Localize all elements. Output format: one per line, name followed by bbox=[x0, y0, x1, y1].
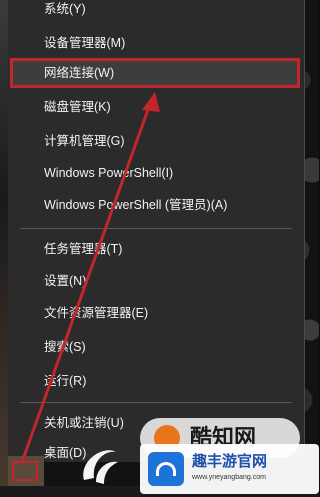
watermark-site-title: 趣丰游官网 bbox=[192, 453, 268, 470]
desktop-edge bbox=[0, 0, 8, 497]
menu-item-task-manager[interactable]: 任务管理器(T) bbox=[8, 234, 304, 264]
menu-item-powershell[interactable]: Windows PowerShell(I) bbox=[8, 158, 304, 188]
menu-item-device-manager[interactable]: 设备管理器(M) bbox=[8, 28, 304, 58]
watermark-swirl-logo bbox=[83, 450, 118, 484]
menu-separator bbox=[20, 228, 292, 229]
menu-item-system[interactable]: 系统(Y) bbox=[8, 0, 304, 24]
winx-context-menu: 系统(Y) 设备管理器(M) 网络连接(W) 磁盘管理(K) 计算机管理(G) … bbox=[8, 0, 305, 462]
watermark-site-url: www.yneyangbang.com bbox=[192, 474, 266, 481]
menu-item-powershell-admin[interactable]: Windows PowerShell (管理员)(A) bbox=[8, 190, 304, 220]
menu-item-network-connections[interactable]: 网络连接(W) bbox=[10, 58, 300, 88]
menu-item-computer-management[interactable]: 计算机管理(G) bbox=[8, 126, 304, 156]
menu-item-run[interactable]: 运行(R) bbox=[8, 366, 304, 396]
watermark-site: 趣丰游官网 www.yneyangbang.com bbox=[140, 444, 319, 494]
menu-item-file-explorer[interactable]: 文件资源管理器(E) bbox=[8, 298, 304, 328]
wifi-logo-icon bbox=[148, 452, 184, 486]
start-button-highlight bbox=[12, 461, 38, 481]
menu-separator bbox=[20, 402, 292, 403]
menu-item-disk-management[interactable]: 磁盘管理(K) bbox=[8, 92, 304, 122]
start-button[interactable] bbox=[8, 456, 44, 486]
menu-item-search[interactable]: 搜索(S) bbox=[8, 332, 304, 362]
menu-item-settings[interactable]: 设置(N) bbox=[8, 266, 304, 296]
